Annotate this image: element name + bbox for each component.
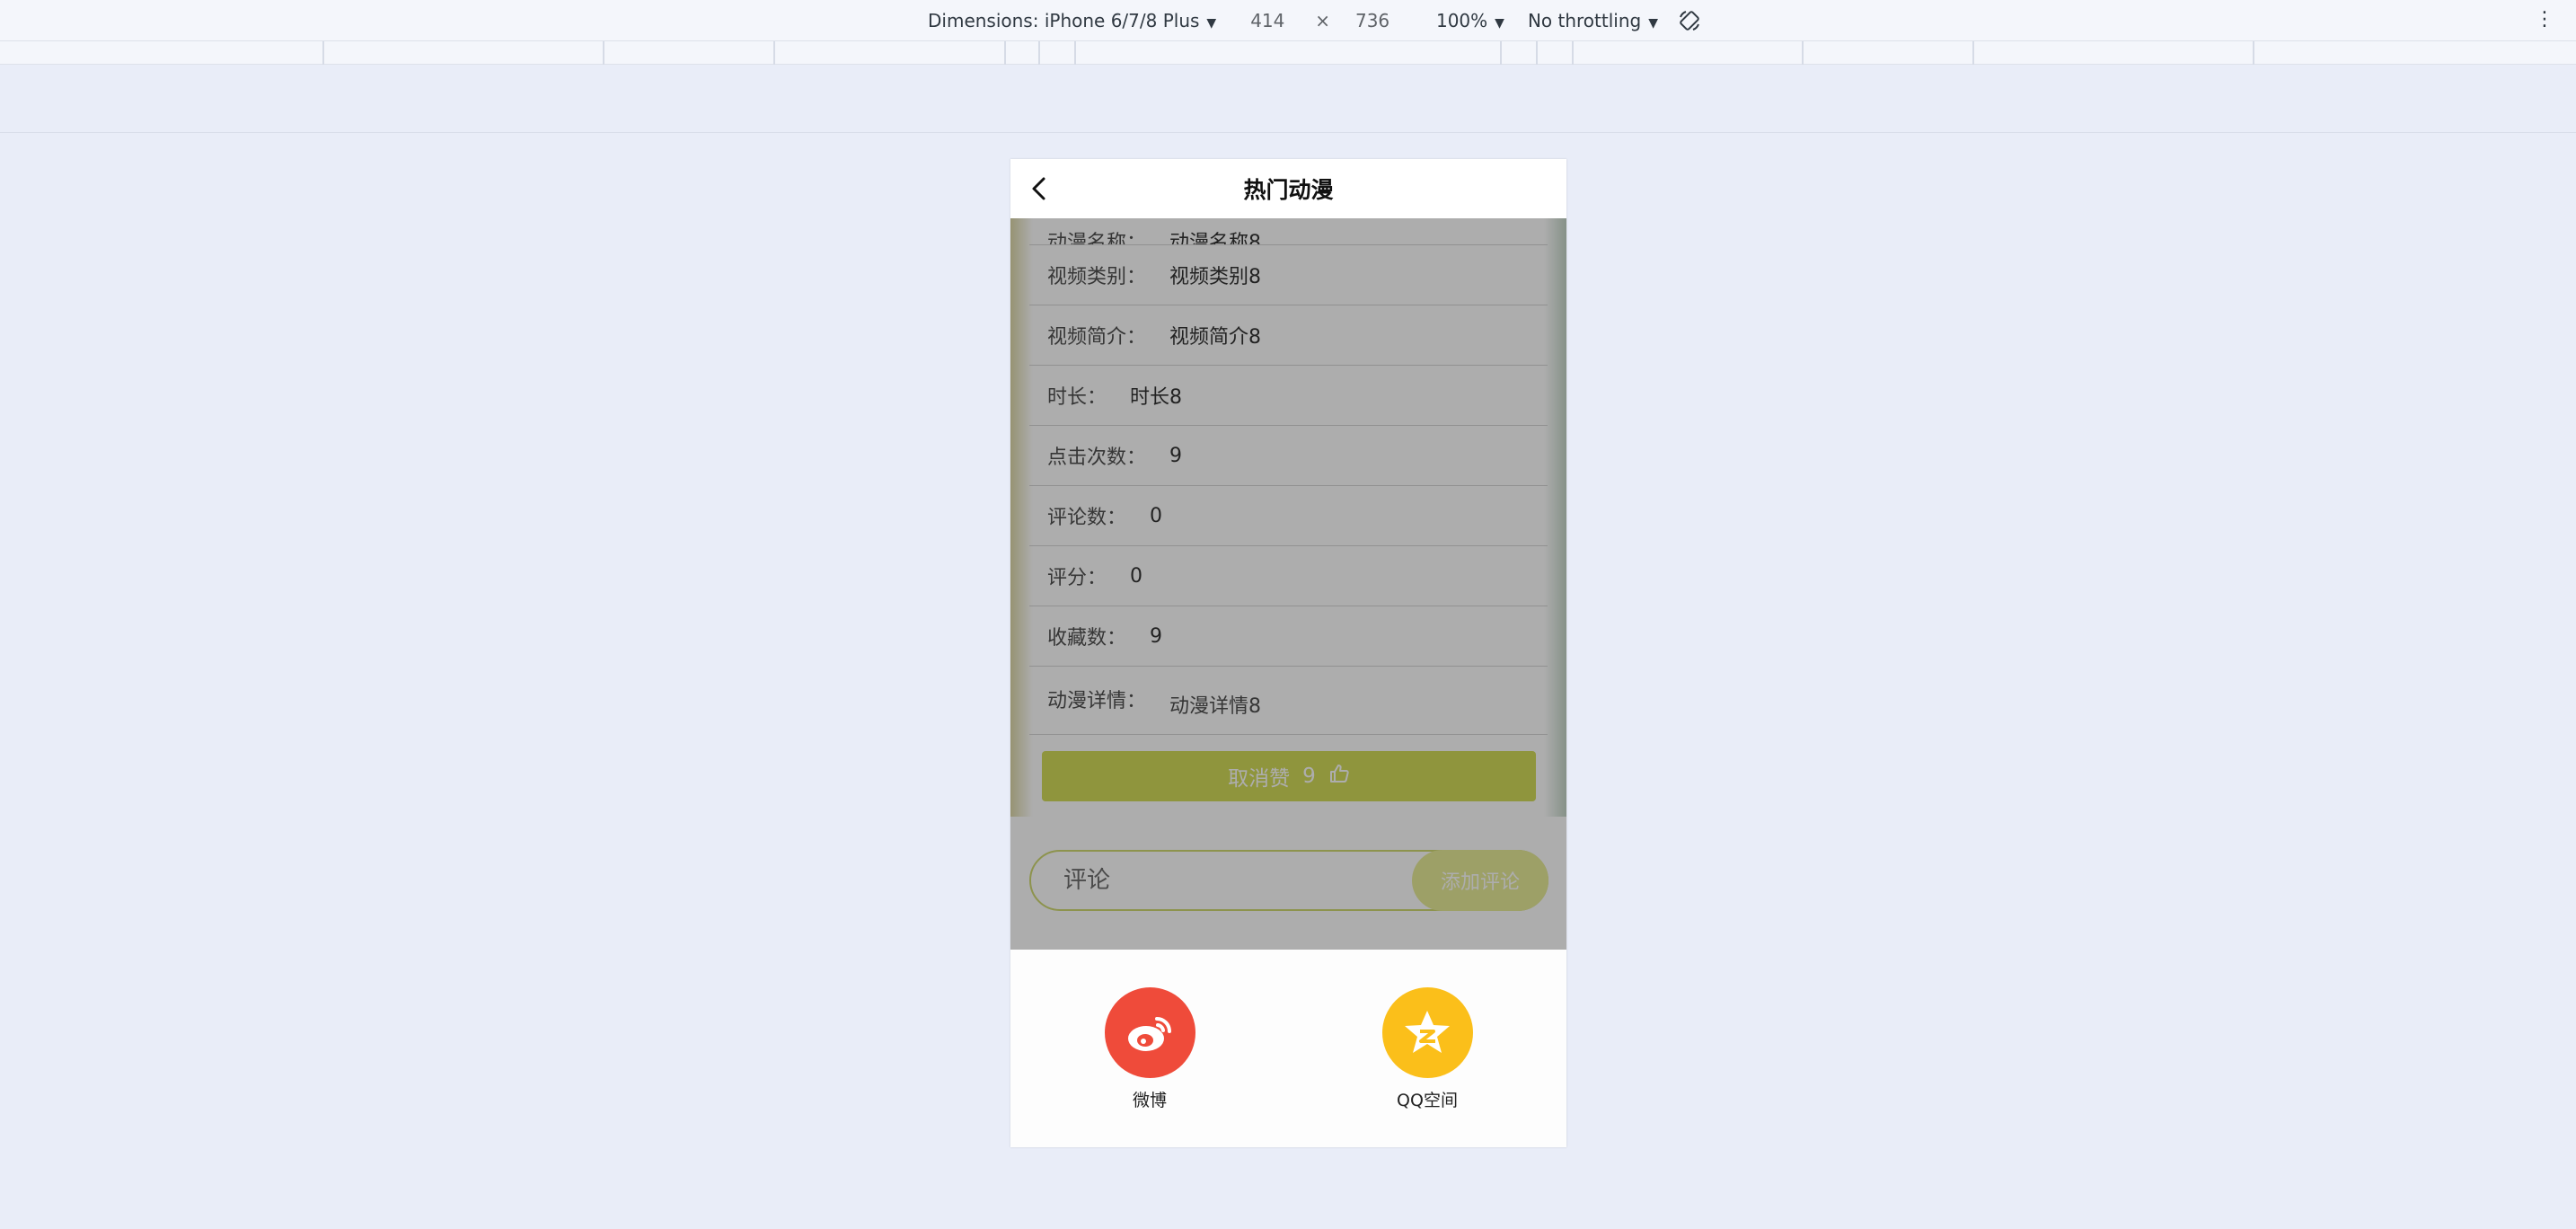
ruler-tick[interactable] [773,41,775,65]
qzone-icon [1381,987,1473,1078]
page-title: 热门动漫 [1243,177,1334,203]
device-name: Dimensions: iPhone 6/7/8 Plus [928,10,1200,31]
width-input[interactable]: 414 [1250,10,1295,31]
device-controls: Dimensions: iPhone 6/7/8 Plus ▼ 414 × 736… [928,0,1701,41]
ruler-tick[interactable] [1074,41,1076,65]
rotate-icon[interactable] [1678,9,1701,32]
ruler-tick[interactable] [603,41,604,65]
ruler-tick[interactable] [1004,41,1006,65]
share-qzone-label: QQ空间 [1397,1091,1458,1110]
devtools-device-toolbar: Dimensions: iPhone 6/7/8 Plus ▼ 414 × 736… [0,0,2576,41]
modal-overlay[interactable] [1010,159,1566,950]
zoom-select[interactable]: 100% ▼ [1436,10,1504,31]
height-input[interactable]: 736 [1355,10,1400,31]
zoom-caret-icon: ▼ [1495,16,1504,31]
ruler-tick[interactable] [1802,41,1804,65]
throttling-select[interactable]: No throttling ▼ [1528,10,1658,31]
device-caret-icon: ▼ [1206,16,1217,31]
zoom-value: 100% [1435,10,1488,31]
dimension-separator: × [1315,10,1330,31]
more-options-icon[interactable]: ⋮ [2535,7,2554,32]
media-query-ruler [0,41,2576,65]
ruler-tick[interactable] [1972,41,1974,65]
phone-viewport: 热门动漫 动漫名称： 动漫名称8 视频类别： 视频类别8 视频简介： 视频简介8… [1010,159,1566,1147]
nav-bar: 热门动漫 [1010,159,1566,218]
ruler-tick[interactable] [1500,41,1502,65]
device-select[interactable]: Dimensions: iPhone 6/7/8 Plus ▼ [928,10,1216,31]
ruler-tick[interactable] [1572,41,1574,65]
ruler-tick[interactable] [1536,41,1538,65]
share-weibo-label: 微博 [1132,1091,1167,1110]
throttle-caret-icon: ▼ [1648,16,1658,31]
ruler-tick[interactable] [1038,41,1040,65]
share-sheet: 微博 QQ空间 [1010,950,1566,1147]
share-qzone[interactable]: QQ空间 [1373,987,1481,1111]
back-arrow-icon[interactable] [1025,173,1055,204]
throttling-value: No throttling [1527,10,1642,31]
ruler-tick[interactable] [322,41,324,65]
weibo-icon [1104,987,1195,1078]
share-weibo[interactable]: 微博 [1096,987,1204,1111]
devtools-spacer [0,65,2576,133]
ruler-tick[interactable] [2253,41,2254,65]
